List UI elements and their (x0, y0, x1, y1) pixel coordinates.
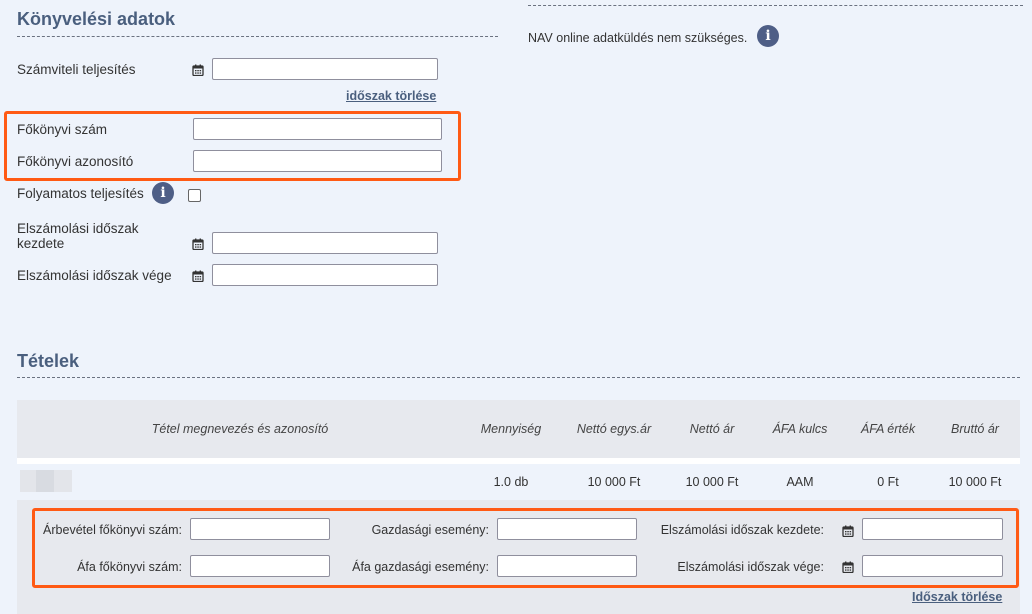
period-end-input[interactable] (212, 264, 438, 286)
vat-economic-event-label: Áfa gazdasági esemény: (352, 560, 489, 574)
col-header-vat-rate: ÁFA kulcs (772, 422, 828, 436)
booking-section-title: Könyvelési adatok (17, 9, 176, 29)
cell-net-price: 10 000 Ft (685, 475, 739, 489)
col-header-name: Tétel megnevezés és azonosító (151, 422, 329, 436)
detail-period-start-input[interactable] (862, 518, 1003, 540)
cell-unit-price: 10 000 Ft (587, 475, 641, 489)
col-header-net-price: Nettó ár (689, 422, 735, 436)
nav-notice-text: NAV online adatküldés nem szükséges. (528, 31, 748, 45)
cell-quantity: 1.0 db (493, 475, 529, 489)
calendar-icon[interactable] (842, 525, 854, 537)
continuous-fulfillment-label: Folyamatos teljesítés (17, 186, 144, 201)
ledger-id-label: Főkönyvi azonosító (17, 154, 134, 169)
item-name-placeholder-block (36, 470, 54, 492)
revenue-ledger-label: Árbevétel főkönyvi szám: (43, 523, 182, 537)
vat-economic-event-input[interactable] (497, 555, 637, 577)
calendar-icon[interactable] (842, 561, 854, 573)
continuous-fulfillment-checkbox[interactable] (188, 189, 201, 202)
cell-vat-value: 0 Ft (877, 475, 899, 489)
economic-event-input[interactable] (497, 518, 637, 540)
info-icon[interactable]: i (757, 25, 779, 47)
booking-title-divider (17, 36, 498, 37)
calendar-icon[interactable] (192, 64, 204, 76)
accounting-fulfillment-label: Számviteli teljesítés (17, 62, 136, 77)
revenue-ledger-input[interactable] (190, 518, 330, 540)
col-header-quantity: Mennyiség (480, 422, 542, 436)
nav-divider (528, 5, 1023, 6)
items-section-title: Tételek (17, 351, 80, 371)
detail-period-end-input[interactable] (862, 555, 1003, 577)
period-start-label: Elszámolási időszak kezdete (17, 221, 139, 251)
detail-period-end-label: Elszámolási időszak vége: (677, 560, 824, 574)
economic-event-label: Gazdasági esemény: (371, 523, 489, 537)
ledger-number-input[interactable] (193, 118, 442, 140)
clear-period-link[interactable]: időszak törlése (346, 89, 436, 103)
period-end-label: Elszámolási időszak vége (17, 268, 172, 283)
col-header-gross-price: Bruttó ár (951, 422, 999, 436)
calendar-icon[interactable] (192, 270, 204, 282)
cell-gross-price: 10 000 Ft (948, 475, 1002, 489)
ledger-id-input[interactable] (193, 150, 442, 172)
vat-ledger-label: Áfa főkönyvi szám: (77, 560, 182, 574)
calendar-icon[interactable] (192, 238, 204, 250)
ledger-number-label: Főkönyvi szám (17, 122, 108, 137)
items-title-divider (17, 377, 1020, 378)
col-header-vat-value: ÁFA érték (860, 422, 916, 436)
vat-ledger-input[interactable] (190, 555, 330, 577)
detail-period-start-label: Elszámolási időszak kezdete: (660, 523, 824, 537)
info-icon[interactable]: i (152, 182, 174, 204)
detail-clear-period-link[interactable]: Időszak törlése (912, 590, 1002, 604)
col-header-unit-price: Nettó egys.ár (576, 422, 652, 436)
cell-vat-rate: AAM (786, 475, 814, 489)
period-start-input[interactable] (212, 232, 438, 254)
accounting-fulfillment-input[interactable] (212, 58, 438, 80)
